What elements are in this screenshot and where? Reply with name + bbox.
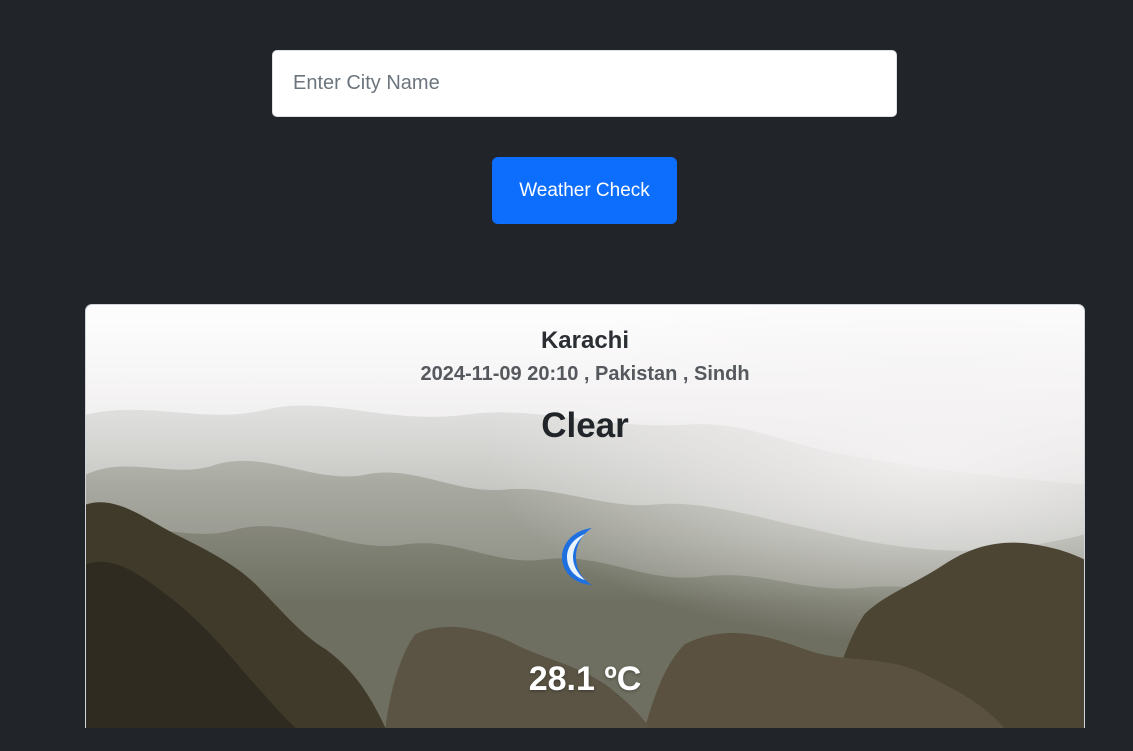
crescent-moon-icon: [562, 528, 592, 585]
weather-app-page: Weather Check: [0, 0, 1133, 751]
temperature-reading: 28.1 ºC: [528, 660, 642, 698]
city-name-input[interactable]: [272, 50, 897, 117]
city-name: Karachi: [540, 327, 630, 354]
weather-check-button[interactable]: Weather Check: [492, 157, 677, 224]
weather-result-card: Karachi 2024-11-09 20:10 , Pakistan , Si…: [85, 304, 1085, 728]
weather-condition: Clear: [541, 406, 629, 445]
date-location-line: 2024-11-09 20:10 , Pakistan , Sindh: [420, 363, 750, 385]
